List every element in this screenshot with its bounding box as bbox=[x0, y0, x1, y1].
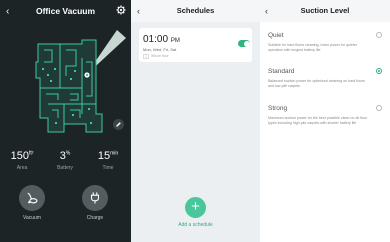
area-value: 150 bbox=[10, 150, 29, 162]
schedule-time-value: 01:00 bbox=[143, 34, 169, 45]
option-name: Strong bbox=[268, 105, 288, 112]
option-description: Suitable for hard floors cleaning, lower… bbox=[268, 43, 358, 52]
map-icon bbox=[143, 53, 149, 59]
vacuum-button[interactable] bbox=[19, 185, 45, 211]
map-outline bbox=[35, 39, 103, 133]
stat-time: 15min Time bbox=[88, 150, 128, 171]
area-unit: ft² bbox=[28, 150, 34, 157]
vacuum-icon bbox=[27, 192, 38, 204]
area-label: Area bbox=[16, 165, 28, 171]
plus-icon: + bbox=[191, 198, 200, 215]
battery-unit: % bbox=[65, 150, 71, 157]
stat-area: 150ft² Area bbox=[2, 150, 42, 171]
option-name: Standard bbox=[268, 68, 295, 75]
suction-option-standard[interactable]: Standard Balanced suction power for opti… bbox=[268, 68, 386, 89]
option-description: Balanced suction power for optimized cle… bbox=[268, 79, 366, 88]
device-title: Office Vacuum bbox=[35, 6, 96, 16]
vacuum-label: Vacuum bbox=[23, 215, 41, 221]
suction-option-strong[interactable]: Strong Maximum suction power for the bes… bbox=[268, 105, 386, 126]
battery-label: Battery bbox=[57, 165, 73, 171]
gear-icon[interactable] bbox=[116, 5, 126, 15]
schedule-map-name: Whole floor bbox=[151, 54, 169, 58]
time-unit: min bbox=[110, 150, 119, 157]
time-label: Time bbox=[102, 165, 114, 171]
schedule-days: Mon, Wed, Fri, Sat bbox=[143, 47, 177, 52]
page-title: Schedules bbox=[176, 6, 215, 15]
schedule-time: 01:00 PM bbox=[143, 34, 180, 45]
floor-map[interactable] bbox=[0, 18, 131, 138]
time-value: 15 bbox=[97, 150, 111, 162]
radio-strong[interactable] bbox=[376, 105, 382, 111]
charge-label: Charge bbox=[86, 215, 104, 221]
edit-map-button[interactable] bbox=[113, 119, 124, 130]
suction-level-screen: ‹ Suction Level Quiet Suitable for hard … bbox=[260, 0, 390, 242]
pencil-icon bbox=[116, 122, 121, 127]
vacuum-home-screen: ‹ Office Vacuum 150ft² Area 3% Battery 1… bbox=[0, 0, 131, 242]
option-name: Quiet bbox=[268, 32, 284, 39]
schedules-screen: ‹ Schedules 01:00 PM Mon, Wed, Fri, Sat … bbox=[131, 0, 260, 242]
option-description: Maximum suction power for the best possi… bbox=[268, 116, 368, 125]
schedule-card[interactable]: 01:00 PM Mon, Wed, Fri, Sat Whole floor bbox=[139, 28, 252, 62]
add-schedule-button[interactable]: + bbox=[185, 197, 206, 218]
schedule-ampm: PM bbox=[170, 38, 180, 44]
charge-button[interactable] bbox=[82, 185, 108, 211]
radio-standard[interactable] bbox=[376, 68, 382, 74]
stat-battery: 3% Battery bbox=[45, 150, 85, 171]
add-schedule-label[interactable]: Add a schedule bbox=[131, 222, 260, 228]
schedule-toggle[interactable] bbox=[238, 40, 250, 47]
page-title: Suction Level bbox=[300, 6, 350, 15]
radio-quiet[interactable] bbox=[376, 32, 382, 38]
suction-option-quiet[interactable]: Quiet Suitable for hard floors cleaning,… bbox=[268, 32, 386, 53]
plug-icon bbox=[90, 192, 100, 204]
